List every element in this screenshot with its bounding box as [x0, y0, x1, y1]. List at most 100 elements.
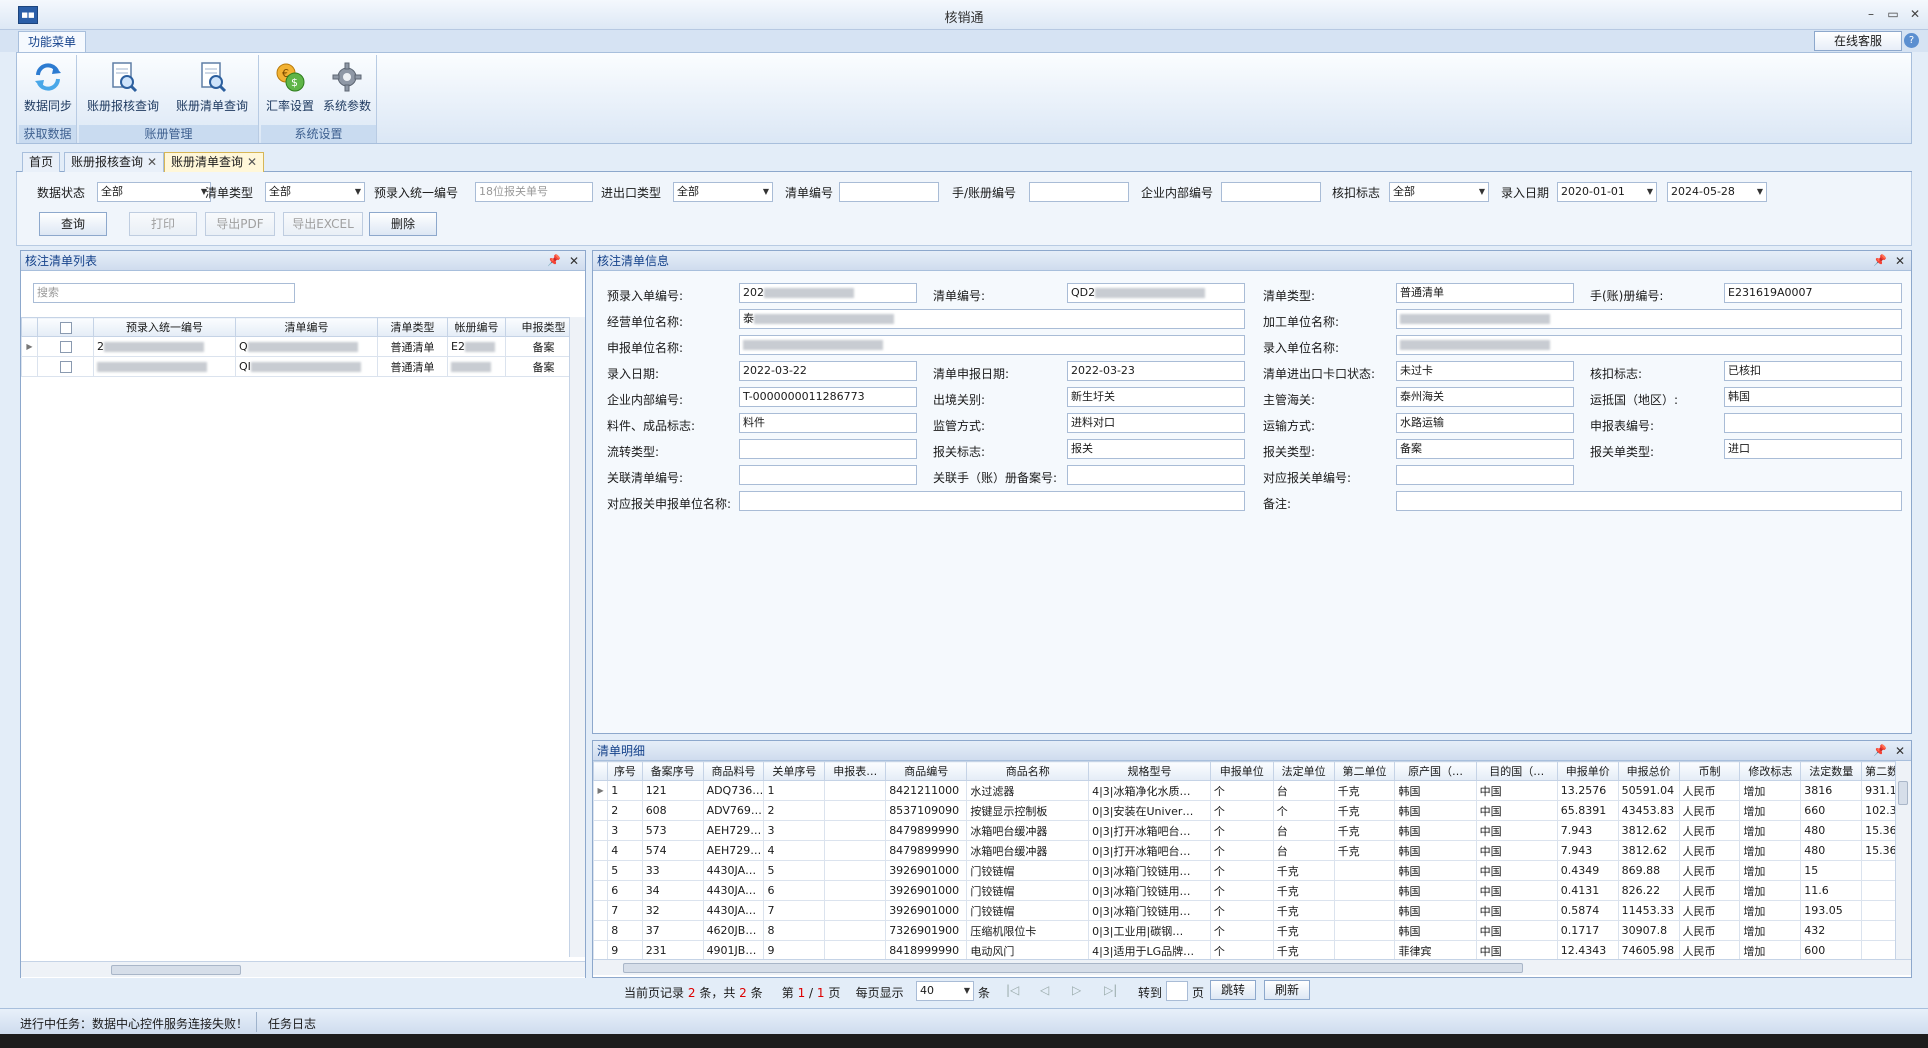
- column-header[interactable]: 预录入统一编号: [93, 317, 236, 337]
- column-header[interactable]: 申报单位: [1209, 761, 1274, 781]
- internal-no-input[interactable]: [1221, 182, 1321, 202]
- goto-page-input[interactable]: [1166, 981, 1188, 1001]
- entry-date-from-picker[interactable]: 2020-01-01 ▼: [1557, 182, 1657, 202]
- entry-date-field[interactable]: 2022-03-22: [739, 361, 917, 381]
- help-icon[interactable]: ?: [1904, 33, 1919, 48]
- column-header[interactable]: 法定单位: [1272, 761, 1335, 781]
- row-checkbox[interactable]: [37, 336, 94, 357]
- list-type-field[interactable]: 普通清单: [1396, 283, 1574, 303]
- internal-no-field[interactable]: T-0000000011286773: [739, 387, 917, 407]
- column-header[interactable]: 清单类型: [377, 317, 448, 337]
- material-flag-field[interactable]: 料件: [739, 413, 917, 433]
- book-audit-query-button[interactable]: 账册报核查询: [83, 59, 163, 125]
- related-list-field[interactable]: [739, 465, 917, 485]
- list-horizontal-scrollbar[interactable]: [21, 961, 585, 977]
- row-checkbox[interactable]: [37, 356, 94, 377]
- close-button[interactable]: ✕: [1906, 5, 1924, 23]
- next-page-icon[interactable]: ▷: [1072, 983, 1081, 997]
- column-header[interactable]: 清单编号: [235, 317, 378, 337]
- jump-button[interactable]: 跳转: [1210, 980, 1256, 1000]
- table-row[interactable]: 7 32 4430JA… 7 3926901000 门铰链帽 0|3|冰箱门铰链用… 个千克韩…: [593, 900, 1895, 921]
- column-header[interactable]: 规格型号: [1088, 761, 1211, 781]
- refresh-button[interactable]: 刷新: [1264, 980, 1310, 1000]
- last-page-icon[interactable]: ▷|: [1104, 983, 1117, 997]
- prev-page-icon[interactable]: ◁: [1040, 983, 1049, 997]
- list-type-select[interactable]: 全部 ▼: [265, 182, 365, 202]
- column-header[interactable]: 法定数量: [1800, 761, 1863, 781]
- table-row[interactable]: 2 608 ADV769… 2 8537109090 按键显示控制板 0|3|安装在Univ…: [593, 800, 1895, 821]
- decl-form-no-field[interactable]: [1724, 413, 1902, 433]
- column-header[interactable]: 备案序号: [641, 761, 704, 781]
- verify-flag-field[interactable]: 已核扣: [1724, 361, 1902, 381]
- column-header[interactable]: 第二单位: [1333, 761, 1396, 781]
- column-header[interactable]: 商品料号: [702, 761, 765, 781]
- detail-vertical-scrollbar[interactable]: [1895, 761, 1911, 959]
- scrollbar-thumb[interactable]: [1898, 781, 1908, 805]
- gate-status-field[interactable]: 未过卡: [1396, 361, 1574, 381]
- tab-home[interactable]: 首页: [22, 152, 61, 172]
- transport-field[interactable]: 水路运输: [1396, 413, 1574, 433]
- verify-flag-select[interactable]: 全部 ▼: [1389, 182, 1489, 202]
- customs-form-type-field[interactable]: 进口: [1724, 439, 1902, 459]
- column-header[interactable]: 修改标志: [1739, 761, 1802, 781]
- proc-unit-field[interactable]: [1396, 309, 1902, 329]
- list-vertical-scrollbar[interactable]: [569, 317, 585, 957]
- entry-date-to-picker[interactable]: 2024-05-28 ▼: [1667, 182, 1767, 202]
- customs-type-field[interactable]: 备案: [1396, 439, 1574, 459]
- table-row[interactable]: 3 573 AEH729… 3 8479899990 冰箱吧台缓冲器 0|3|打开冰箱吧台……: [593, 820, 1895, 841]
- online-service-button[interactable]: 在线客服: [1814, 31, 1902, 51]
- table-row[interactable]: 9 231 4901JB… 9 8418999990 电动风门 4|3|适用于LG品牌… 个千…: [593, 940, 1895, 959]
- pre-entry-no-input[interactable]: 18位报关单号: [475, 182, 593, 202]
- list-no-field[interactable]: QD2: [1067, 283, 1245, 303]
- decl-unit-field[interactable]: [739, 335, 1245, 355]
- column-header[interactable]: 商品编号: [885, 761, 968, 781]
- system-params-button[interactable]: 系统参数: [319, 59, 375, 125]
- column-header[interactable]: 申报类型: [505, 317, 569, 337]
- export-excel-button[interactable]: 导出EXCEL: [283, 212, 363, 236]
- print-button[interactable]: 打印: [129, 212, 197, 236]
- close-tab-icon[interactable]: ✕: [147, 155, 157, 169]
- task-log-link[interactable]: 任务日志: [268, 1015, 316, 1032]
- first-page-icon[interactable]: |◁: [1006, 983, 1019, 997]
- close-tab-icon[interactable]: ✕: [247, 155, 257, 169]
- delete-button[interactable]: 删除: [369, 212, 437, 236]
- table-row[interactable]: 6 34 4430JA… 6 3926901000 门铰链帽 0|3|冰箱门铰链用… 个千克韩…: [593, 880, 1895, 901]
- entry-unit-field[interactable]: [1396, 335, 1902, 355]
- list-no-input[interactable]: [839, 182, 939, 202]
- close-icon[interactable]: ✕: [1895, 741, 1905, 761]
- table-row[interactable]: 5 33 4430JA… 5 3926901000 门铰链帽 0|3|冰箱门铰链用… 个千克韩…: [593, 860, 1895, 881]
- ie-type-select[interactable]: 全部 ▼: [673, 182, 773, 202]
- book-no-field[interactable]: E231619A0007: [1724, 283, 1902, 303]
- remark-field[interactable]: [1396, 491, 1902, 511]
- list-search-input[interactable]: 搜索: [33, 283, 295, 303]
- pin-icon[interactable]: 📌: [1873, 741, 1887, 761]
- pre-no-field[interactable]: 202: [739, 283, 917, 303]
- decl-date-field[interactable]: 2022-03-23: [1067, 361, 1245, 381]
- column-header[interactable]: 目的国（…: [1475, 761, 1558, 781]
- column-header[interactable]: 币制: [1678, 761, 1741, 781]
- customs-flag-field[interactable]: 报关: [1067, 439, 1245, 459]
- column-header[interactable]: 原产国（…: [1394, 761, 1477, 781]
- country-field[interactable]: 韩国: [1724, 387, 1902, 407]
- table-row[interactable]: ▶ 2 Q 普通清单 E2 备案: [21, 336, 569, 357]
- ribbon-tab-function-menu[interactable]: 功能菜单: [18, 31, 86, 52]
- related-book-field[interactable]: [1067, 465, 1245, 485]
- column-header[interactable]: 商品名称: [966, 761, 1090, 781]
- select-all-checkbox[interactable]: [37, 317, 94, 337]
- column-header[interactable]: 第二数量: [1861, 761, 1895, 781]
- exchange-rate-button[interactable]: € $ 汇率设置: [263, 59, 317, 125]
- data-status-select[interactable]: 全部 ▼: [97, 182, 211, 202]
- data-sync-button[interactable]: 数据同步: [21, 59, 75, 125]
- minimize-button[interactable]: –: [1862, 5, 1880, 23]
- column-header[interactable]: 序号: [607, 761, 643, 781]
- scrollbar-thumb[interactable]: [623, 963, 1523, 973]
- column-header[interactable]: 关单序号: [763, 761, 826, 781]
- query-button[interactable]: 查询: [39, 212, 107, 236]
- column-header[interactable]: 申报总价: [1617, 761, 1680, 781]
- close-icon[interactable]: ✕: [569, 251, 579, 271]
- related-decl-unit-field[interactable]: [739, 491, 1245, 511]
- column-header[interactable]: 帐册编号: [447, 317, 506, 337]
- column-header[interactable]: 申报表…: [824, 761, 887, 781]
- scrollbar-thumb[interactable]: [111, 965, 241, 975]
- supervision-field[interactable]: 进料对口: [1067, 413, 1245, 433]
